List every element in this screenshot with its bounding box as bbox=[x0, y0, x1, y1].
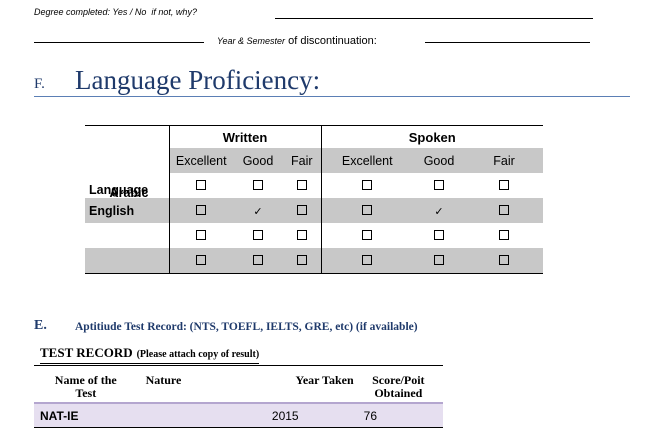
checkbox-icon[interactable] bbox=[196, 254, 207, 265]
spoken-header: Spoken bbox=[321, 125, 543, 148]
test-record-note: (Please attach copy of result) bbox=[136, 349, 260, 360]
checkbox-icon[interactable] bbox=[434, 254, 444, 265]
test-score-cell[interactable]: 76 bbox=[353, 402, 443, 428]
checkbox-icon[interactable] bbox=[296, 204, 307, 215]
checkbox-row3-written-good[interactable] bbox=[233, 223, 283, 248]
checkbox-icon[interactable] bbox=[196, 179, 207, 190]
section-e-title: Aptitiude Test Record: (NTS, TOEFL, IELT… bbox=[75, 321, 418, 333]
degree-reason-label: if not, why? bbox=[151, 7, 197, 17]
spoken-fair-header: Fair bbox=[465, 148, 543, 173]
discontinuation-field[interactable] bbox=[425, 42, 590, 43]
checkbox-icon[interactable] bbox=[253, 254, 263, 265]
language-table-level-header: Language Excellent Good Fair Excellent G… bbox=[85, 148, 543, 198]
checkbox-icon[interactable] bbox=[196, 204, 207, 215]
checkbox-row4-written-good[interactable] bbox=[233, 248, 283, 274]
checkbox-english-spoken-good[interactable]: ✓ bbox=[413, 198, 465, 223]
checkbox-row3-spoken-good[interactable] bbox=[413, 223, 465, 248]
degree-completed-line: Degree completed: Yes / No if not, why? bbox=[34, 7, 197, 17]
checkbox-english-written-excellent[interactable] bbox=[169, 198, 233, 223]
checkbox-english-spoken-excellent[interactable] bbox=[321, 198, 413, 223]
checkmark-icon[interactable]: ✓ bbox=[252, 206, 265, 217]
checkbox-arabic-written-excellent[interactable] bbox=[169, 173, 233, 198]
language-name-blank[interactable] bbox=[85, 248, 170, 274]
checkmark-icon[interactable]: ✓ bbox=[433, 206, 446, 217]
language-row bbox=[85, 223, 543, 248]
checkbox-icon[interactable] bbox=[434, 229, 444, 240]
language-name-english: English bbox=[85, 198, 170, 223]
table-row: NAT-IE 2015 76 bbox=[34, 402, 443, 428]
checkbox-icon[interactable] bbox=[499, 229, 509, 240]
language-row: English ✓ ✓ bbox=[85, 198, 543, 223]
checkbox-arabic-spoken-good[interactable] bbox=[413, 173, 465, 198]
checkbox-icon[interactable] bbox=[499, 179, 509, 190]
checkbox-row4-written-fair[interactable] bbox=[283, 248, 322, 274]
discontinuation-blank-field[interactable] bbox=[34, 42, 204, 43]
test-record-title: TEST RECORD bbox=[40, 345, 133, 360]
checkbox-row3-spoken-fair[interactable] bbox=[465, 223, 543, 248]
section-f-divider bbox=[34, 96, 630, 97]
language-table-group-header: Written Spoken bbox=[85, 125, 543, 148]
test-name-cell[interactable]: NAT-IE bbox=[34, 402, 138, 428]
checkbox-english-written-good[interactable]: ✓ bbox=[233, 198, 283, 223]
written-fair-header: Fair bbox=[283, 148, 322, 173]
test-year-cell[interactable]: 2015 bbox=[251, 402, 354, 428]
checkbox-icon[interactable] bbox=[362, 179, 373, 190]
year-semester-label: Year & Semester bbox=[217, 36, 286, 46]
checkbox-icon[interactable] bbox=[296, 179, 307, 190]
checkbox-row4-written-excellent[interactable] bbox=[169, 248, 233, 274]
checkbox-icon[interactable] bbox=[296, 254, 307, 265]
test-name-header: Name of the Test bbox=[34, 365, 138, 403]
spoken-good-header: Good bbox=[413, 148, 465, 173]
written-excellent-header: Excellent bbox=[169, 148, 233, 173]
test-nature-cell[interactable] bbox=[137, 402, 252, 428]
checkbox-arabic-spoken-fair[interactable] bbox=[465, 173, 543, 198]
written-header: Written bbox=[169, 125, 322, 148]
test-record-caption: TEST RECORD (Please attach copy of resul… bbox=[40, 344, 260, 364]
test-record-table: Name of the Test Nature Year Taken Score… bbox=[34, 365, 443, 428]
checkbox-row3-spoken-excellent[interactable] bbox=[321, 223, 413, 248]
section-f-title: Language Proficiency: bbox=[75, 65, 321, 95]
language-row bbox=[85, 248, 543, 274]
test-record-header-row: Name of the Test Nature Year Taken Score… bbox=[34, 365, 443, 403]
of-discontinuation-label: of discontinuation: bbox=[288, 35, 377, 47]
checkbox-row4-spoken-excellent[interactable] bbox=[321, 248, 413, 274]
checkbox-arabic-spoken-excellent[interactable] bbox=[321, 173, 413, 198]
checkbox-icon[interactable] bbox=[253, 229, 263, 240]
checkbox-icon[interactable] bbox=[362, 254, 373, 265]
language-name-blank[interactable] bbox=[85, 223, 170, 248]
checkbox-icon[interactable] bbox=[499, 204, 509, 215]
checkbox-icon[interactable] bbox=[362, 229, 373, 240]
discontinuation-label: Year & Semester of discontinuation: bbox=[217, 35, 377, 47]
checkbox-icon[interactable] bbox=[296, 229, 307, 240]
checkbox-english-spoken-fair[interactable] bbox=[465, 198, 543, 223]
checkbox-icon[interactable] bbox=[499, 254, 509, 265]
degree-completed-label: Degree completed: Yes / No bbox=[34, 7, 147, 17]
checkbox-icon[interactable] bbox=[196, 229, 207, 240]
checkbox-row4-spoken-fair[interactable] bbox=[465, 248, 543, 274]
checkbox-icon[interactable] bbox=[362, 204, 373, 215]
checkbox-english-written-fair[interactable] bbox=[283, 198, 322, 223]
spoken-excellent-header: Excellent bbox=[321, 148, 413, 173]
degree-reason-field[interactable] bbox=[275, 18, 593, 19]
year-taken-header: Year Taken bbox=[251, 365, 354, 403]
checkbox-arabic-written-good[interactable] bbox=[233, 173, 283, 198]
checkbox-row4-spoken-good[interactable] bbox=[413, 248, 465, 274]
checkbox-icon[interactable] bbox=[434, 179, 444, 190]
language-name-arabic: Arabic bbox=[109, 186, 149, 200]
checkbox-arabic-written-fair[interactable] bbox=[283, 173, 322, 198]
score-header: Score/Poit Obtained bbox=[353, 365, 443, 403]
checkbox-row3-written-excellent[interactable] bbox=[169, 223, 233, 248]
nature-header: Nature bbox=[137, 365, 252, 403]
section-f-letter: F. bbox=[34, 76, 45, 92]
checkbox-row3-written-fair[interactable] bbox=[283, 223, 322, 248]
written-good-header: Good bbox=[233, 148, 283, 173]
section-e-letter: E. bbox=[34, 318, 47, 333]
checkbox-icon[interactable] bbox=[253, 179, 263, 190]
